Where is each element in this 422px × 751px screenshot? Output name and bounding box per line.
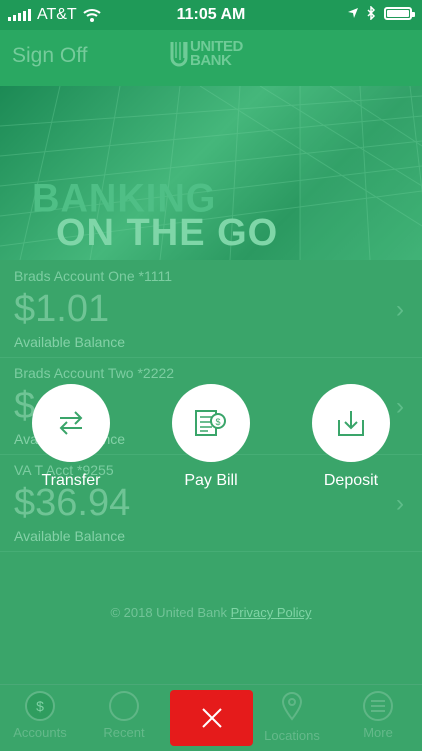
chevron-right-icon: › bbox=[396, 296, 404, 323]
pay-bill-icon: $ bbox=[195, 410, 226, 436]
account-balance: $1.01 bbox=[14, 288, 110, 330]
pay-bill-label: Pay Bill bbox=[184, 472, 238, 489]
close-icon bbox=[201, 708, 222, 728]
svg-text:$: $ bbox=[215, 417, 220, 427]
hero-banner: BANKING ON THE GO bbox=[0, 86, 422, 260]
account-balance-label: Available Balance bbox=[14, 528, 126, 544]
clock-icon bbox=[109, 691, 139, 721]
transfer-icon bbox=[59, 411, 83, 435]
logo-mark-icon bbox=[170, 42, 188, 67]
menu-icon bbox=[363, 691, 393, 721]
tab-label: Locations bbox=[264, 728, 320, 743]
pay-bill-action[interactable]: $ Pay Bill bbox=[161, 384, 261, 490]
account-name: Brads Account Two *2222 bbox=[14, 365, 175, 381]
deposit-label: Deposit bbox=[323, 472, 379, 489]
battery-icon bbox=[384, 6, 415, 20]
app-header: Sign Off UNITED BANK bbox=[0, 30, 422, 86]
account-balance-label: Available Balance bbox=[14, 334, 126, 350]
close-button[interactable] bbox=[170, 690, 253, 746]
transfer-button[interactable] bbox=[32, 384, 110, 462]
footer: © 2018 United Bank Privacy Policy bbox=[0, 605, 422, 620]
pay-bill-button[interactable]: $ bbox=[172, 384, 250, 462]
united-bank-logo: UNITED BANK bbox=[170, 39, 243, 69]
logo-line-2: BANK bbox=[190, 52, 232, 69]
tab-recent[interactable]: Recent bbox=[84, 689, 164, 740]
deposit-action[interactable]: Deposit bbox=[301, 384, 401, 490]
transfer-label: Transfer bbox=[41, 472, 101, 489]
account-row[interactable]: Brads Account One *1111 $1.01 Available … bbox=[0, 260, 422, 358]
status-icons bbox=[347, 6, 415, 20]
location-pin-icon bbox=[281, 692, 303, 721]
tab-accounts[interactable]: $ Accounts bbox=[0, 689, 80, 740]
location-arrow-icon bbox=[348, 8, 358, 18]
privacy-policy-link[interactable]: Privacy Policy bbox=[231, 605, 312, 620]
copyright-text: © 2018 United Bank bbox=[110, 605, 227, 620]
tab-label: Accounts bbox=[13, 725, 67, 740]
tab-more[interactable]: More bbox=[338, 689, 418, 740]
status-bar: AT&T 11:05 AM bbox=[0, 0, 422, 30]
deposit-icon bbox=[338, 411, 364, 436]
tab-locations[interactable]: Locations bbox=[252, 689, 332, 743]
dollar-icon: $ bbox=[25, 691, 55, 721]
hero-title-line-2: ON THE GO bbox=[56, 212, 279, 254]
transfer-action[interactable]: Transfer bbox=[21, 384, 121, 490]
account-name: Brads Account One *1111 bbox=[14, 268, 172, 284]
deposit-button[interactable] bbox=[312, 384, 390, 462]
bluetooth-icon bbox=[367, 6, 376, 20]
tab-label: Recent bbox=[103, 725, 145, 740]
chevron-right-icon: › bbox=[396, 490, 404, 517]
sign-off-button[interactable]: Sign Off bbox=[12, 44, 88, 68]
tab-label: More bbox=[363, 725, 393, 740]
